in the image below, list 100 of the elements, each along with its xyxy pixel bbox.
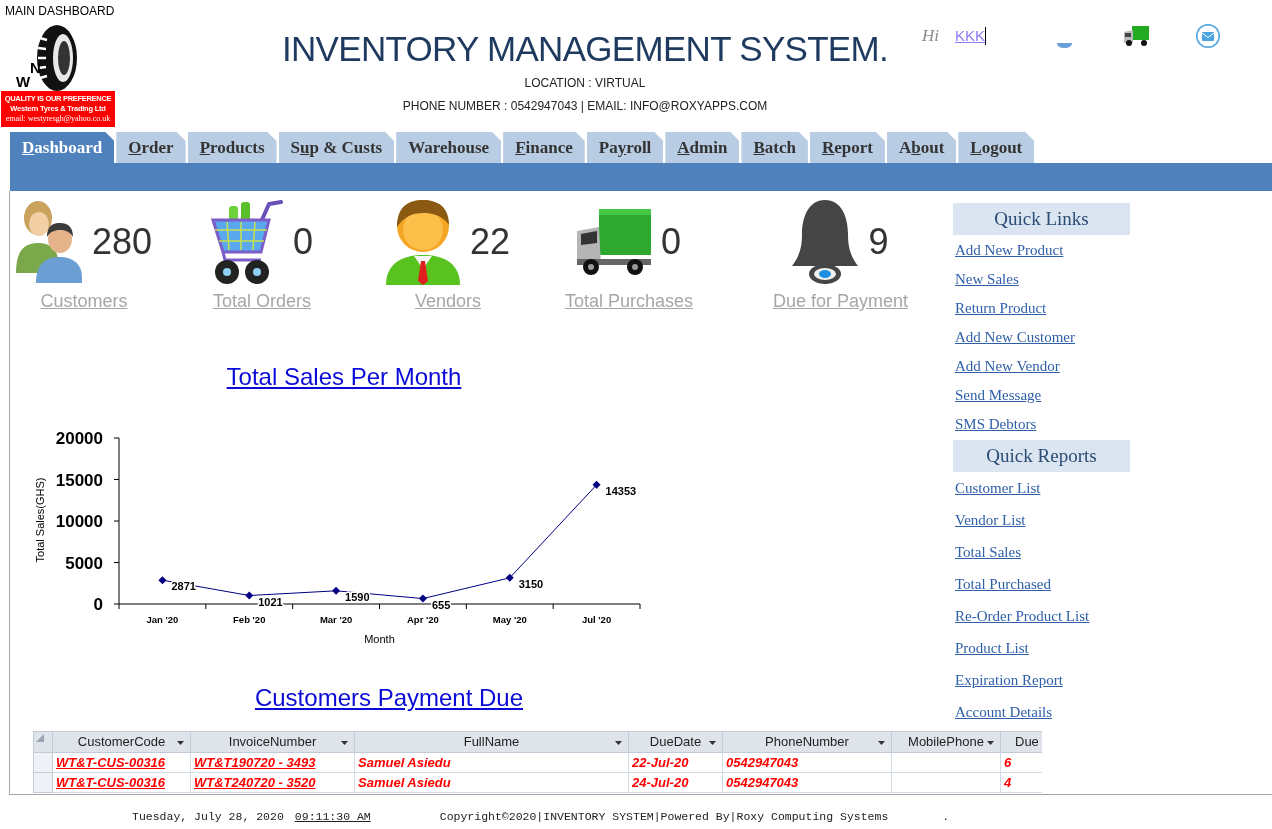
column-header[interactable]: FullName (355, 732, 629, 753)
tab[interactable]: Finance (503, 132, 585, 163)
tab[interactable]: Batch (741, 132, 808, 163)
caret-icon[interactable] (878, 741, 885, 745)
tab[interactable]: About (886, 132, 957, 163)
column-header[interactable]: Due (1001, 732, 1042, 753)
quick-link[interactable]: Customer List (955, 479, 1041, 497)
y-tick-label: 15000 (55, 470, 103, 490)
tab[interactable]: Logout (958, 132, 1035, 163)
data-label: 1590 (345, 590, 370, 603)
table-cell: 0542947043 (723, 773, 892, 793)
data-label: 14353 (605, 484, 637, 497)
table-title[interactable]: Customers Payment Due (254, 684, 524, 712)
tab[interactable]: Order (116, 132, 186, 163)
quick-link[interactable]: Add New Product (955, 240, 1064, 259)
caret-icon[interactable] (177, 741, 184, 745)
caret-icon[interactable] (615, 741, 622, 745)
table-cell: Samuel Asiedu (355, 753, 629, 773)
window-title: MAIN DASHBOARD (5, 4, 115, 19)
truck-icon[interactable] (1124, 26, 1149, 46)
quick-link[interactable]: Add New Customer (955, 327, 1075, 346)
section-header: Quick Links (953, 203, 1130, 235)
column-header[interactable]: InvoiceNumber (191, 732, 355, 753)
axis-title: Total Sales(GHS) (34, 477, 46, 563)
tab[interactable]: Products (187, 132, 277, 163)
axis-title: Month (364, 633, 395, 645)
cell-link[interactable]: WT&T190720 - 3493 (191, 753, 355, 773)
quick-link[interactable]: Return Product (955, 298, 1047, 317)
stat-value: 0 (293, 219, 313, 264)
caret-icon[interactable] (709, 741, 716, 745)
x-tick-label: May '20 (492, 614, 527, 625)
man-with-tie-icon (385, 198, 460, 285)
quick-link[interactable]: Re-Order Product List (955, 607, 1090, 625)
stat-value: 9 (868, 219, 889, 264)
quick-link[interactable]: Vendor List (955, 511, 1026, 529)
data-point (245, 591, 254, 600)
data-point (332, 586, 341, 595)
data-point (592, 480, 601, 489)
x-tick-label: Jul '20 (582, 614, 612, 625)
column-header[interactable]: CustomerCode (53, 732, 191, 753)
quick-link[interactable]: Account Details (955, 703, 1053, 721)
cell-link[interactable]: WT&T240720 - 3520 (191, 773, 355, 793)
logo-letter: W (16, 73, 31, 90)
table-cell: 22-Jul-20 (629, 753, 723, 773)
column-header[interactable]: DueDate (629, 732, 723, 753)
two-people-icon (15, 200, 82, 283)
column-header[interactable]: MobilePhone (892, 732, 1001, 753)
table-cell: 24-Jul-20 (629, 773, 723, 793)
data-point (158, 576, 167, 585)
tab[interactable]: Dashboard (10, 132, 115, 163)
semicircle-icon (1057, 43, 1072, 48)
text-cursor-icon (985, 27, 986, 45)
quick-link[interactable]: Send Message (955, 385, 1042, 404)
footer-dot-text: . (942, 810, 950, 824)
quick-link[interactable]: SMS Debtors (955, 414, 1037, 433)
quick-link[interactable]: Total Sales (955, 543, 1022, 561)
table-cell: Samuel Asiedu (355, 773, 629, 793)
greeting-text: Hi (922, 26, 939, 46)
quick-link[interactable]: New Sales (955, 269, 1019, 288)
cell-link[interactable]: WT&T-CUS-00316 (53, 753, 191, 773)
x-tick-label: Feb '20 (233, 614, 266, 625)
cell-link[interactable]: WT&T-CUS-00316 (53, 773, 191, 793)
tab[interactable]: Sup & Custs (278, 132, 395, 163)
user-link[interactable]: KKK (955, 27, 985, 45)
column-header[interactable]: PhoneNumber (723, 732, 892, 753)
x-tick-label: Mar '20 (319, 614, 353, 625)
logo-letter: N (30, 59, 41, 76)
quick-link[interactable]: Expiration Report (955, 671, 1063, 689)
stat-value: 22 (469, 219, 510, 264)
data-label: 3150 (518, 577, 544, 590)
chart-title[interactable]: Total Sales Per Month (226, 362, 462, 392)
quick-link[interactable]: Total Purchased (955, 575, 1051, 593)
stat-value: 280 (91, 219, 153, 264)
tab[interactable]: Warehouse (396, 132, 502, 163)
logo-text: email: westyresgh@yahoo.co.uk (5, 114, 111, 124)
time-text: 09:11:30 AM (294, 810, 371, 824)
y-tick-label: 0 (93, 595, 103, 614)
location-text: LOCATION : VIRTUAL (524, 76, 646, 91)
app-title: INVENTORY MANAGEMENT SYSTEM. (282, 28, 888, 70)
tab[interactable]: Payroll (586, 132, 664, 163)
stat-value: 0 (661, 219, 681, 264)
x-tick-label: Jan '20 (146, 614, 179, 625)
quick-link[interactable]: Add New Vendor (955, 356, 1060, 375)
data-point (505, 573, 514, 582)
caret-icon[interactable] (341, 741, 348, 745)
table-cell: 0542947043 (723, 753, 892, 773)
shopping-cart-icon (211, 199, 283, 284)
caret-icon[interactable] (987, 741, 994, 745)
date-text: Tuesday, July 28, 2020 (132, 810, 284, 824)
y-tick-label: 20000 (55, 429, 103, 448)
data-label: 655 (431, 598, 451, 611)
data-point (418, 594, 427, 603)
bell-icon (792, 199, 859, 284)
mail-icon[interactable] (1196, 24, 1220, 48)
data-label: 1021 (258, 595, 283, 608)
x-tick-label: Apr '20 (407, 614, 439, 625)
tab[interactable]: Report (809, 132, 885, 163)
tab[interactable]: Admin (665, 132, 740, 163)
copyright-text: Copyright©2020|INVENTORY SYSTEM|Powered By|Roxy Computing Systems (439, 810, 889, 824)
quick-link[interactable]: Product List (955, 639, 1029, 657)
